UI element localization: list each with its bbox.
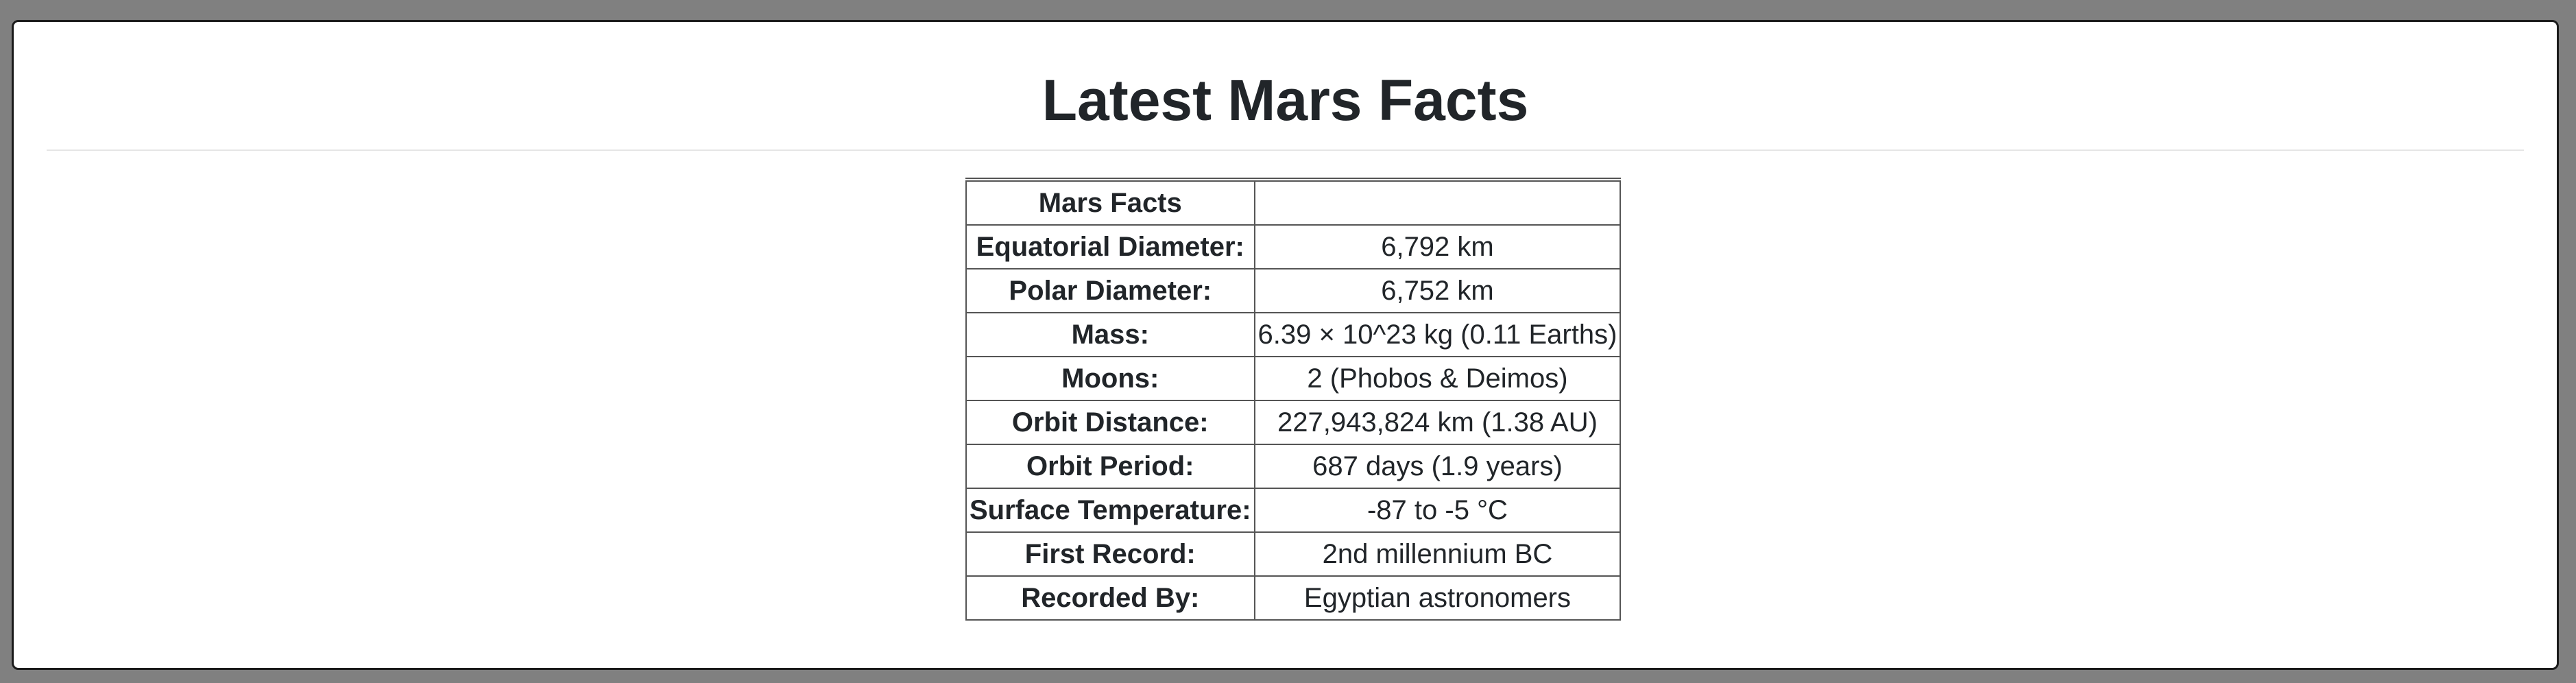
fact-label: Recorded By: <box>965 575 1255 621</box>
fact-label: Orbit Distance: <box>965 400 1255 445</box>
table-row: Mass: 6.39 × 10^23 kg (0.11 Earths) <box>965 312 1622 357</box>
fact-label: First Record: <box>965 531 1255 577</box>
table-header-row: Mars Facts <box>965 179 1622 226</box>
fact-value: Egyptian astronomers <box>1253 575 1622 621</box>
fact-label: Mass: <box>965 312 1255 357</box>
fact-label: Polar Diameter: <box>965 268 1255 313</box>
page-title: Latest Mars Facts <box>1042 68 1529 132</box>
fact-label: Surface Temperature: <box>965 488 1255 533</box>
fact-value: 6,792 km <box>1253 224 1622 269</box>
fact-value: 6,752 km <box>1253 268 1622 313</box>
fact-value: 6.39 × 10^23 kg (0.11 Earths) <box>1253 312 1622 357</box>
mars-facts-table: Mars Facts Equatorial Diameter: 6,792 km… <box>965 178 1622 621</box>
fact-label: Orbit Period: <box>965 444 1255 489</box>
table-row: Surface Temperature: -87 to -5 °C <box>965 488 1622 533</box>
fact-value: 227,943,824 km (1.38 AU) <box>1253 400 1622 445</box>
table-row: Recorded By: Egyptian astronomers <box>965 575 1622 621</box>
fact-value: 2 (Phobos & Deimos) <box>1253 356 1622 401</box>
table-header-value <box>1253 179 1622 226</box>
table-row: Orbit Distance: 227,943,824 km (1.38 AU) <box>965 400 1622 445</box>
table-row: Polar Diameter: 6,752 km <box>965 268 1622 313</box>
fact-value: -87 to -5 °C <box>1253 488 1622 533</box>
table-row: First Record: 2nd millennium BC <box>965 531 1622 577</box>
fact-value: 687 days (1.9 years) <box>1253 444 1622 489</box>
table-header-label: Mars Facts <box>965 179 1255 226</box>
table-row: Equatorial Diameter: 6,792 km <box>965 224 1622 269</box>
table-row: Orbit Period: 687 days (1.9 years) <box>965 444 1622 489</box>
title-divider <box>47 149 2524 151</box>
mars-facts-panel: Latest Mars Facts Mars Facts Equatorial … <box>12 20 2559 670</box>
fact-label: Equatorial Diameter: <box>965 224 1255 269</box>
table-row: Moons: 2 (Phobos & Deimos) <box>965 356 1622 401</box>
fact-label: Moons: <box>965 356 1255 401</box>
fact-value: 2nd millennium BC <box>1253 531 1622 577</box>
